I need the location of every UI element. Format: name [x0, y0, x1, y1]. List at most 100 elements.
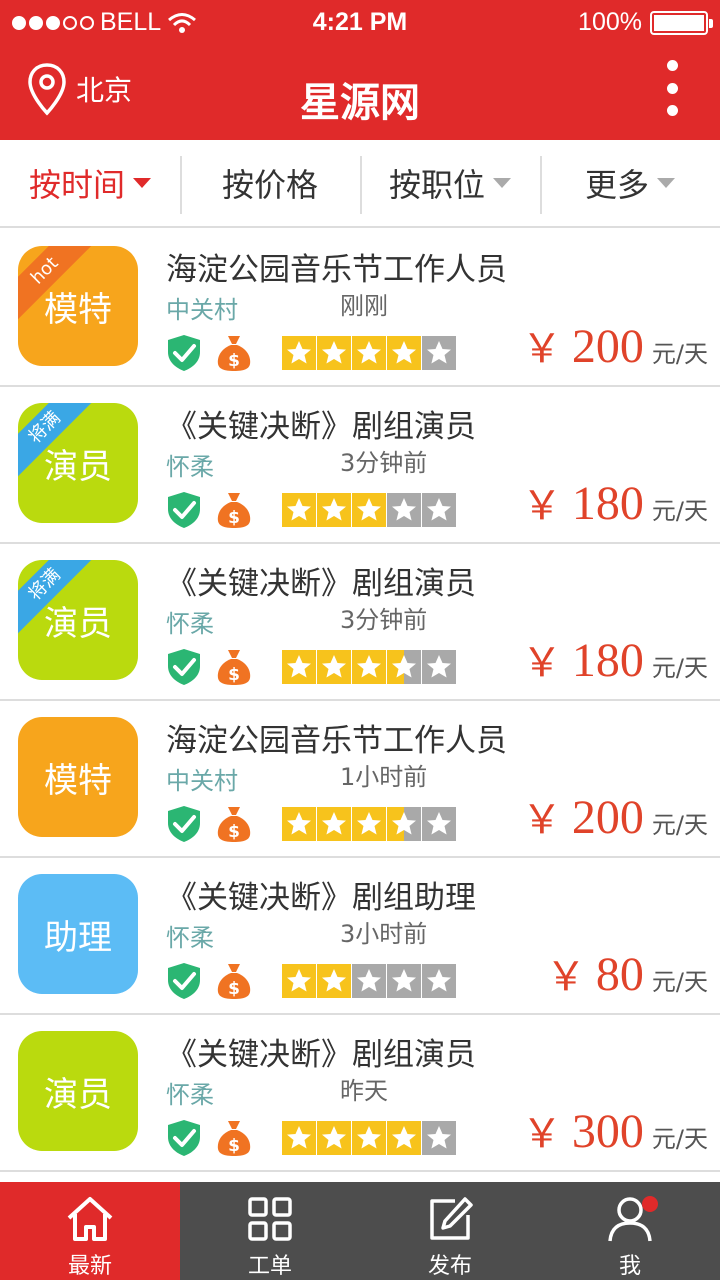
star-icon — [352, 493, 386, 527]
price-unit: 元/天 — [651, 340, 708, 368]
star-icon — [422, 336, 456, 370]
job-title: 《关键决断》剧组演员 — [166, 566, 476, 602]
star-icon — [387, 1121, 421, 1155]
rating-stars — [282, 336, 456, 370]
tab-latest[interactable]: 最新 — [0, 1182, 180, 1280]
edit-icon — [430, 1197, 473, 1240]
job-price: ￥ 180 元/天 — [522, 473, 708, 531]
badge-label: 演员 — [44, 446, 112, 487]
battery-icon — [650, 10, 713, 35]
price-amount: 80 — [595, 948, 644, 1001]
svg-text:$: $ — [228, 1136, 240, 1156]
verified-shield-icon — [168, 806, 200, 842]
price-amount: 300 — [571, 1105, 644, 1158]
caret-down-icon — [657, 178, 675, 188]
job-category-badge: 演员 将满 — [18, 403, 138, 523]
currency-symbol: ￥ — [545, 954, 586, 1000]
price-amount: 200 — [571, 791, 644, 844]
star-icon — [282, 493, 316, 527]
job-price: ￥ 200 元/天 — [522, 787, 708, 845]
svg-text:$: $ — [228, 822, 240, 842]
filter-price[interactable]: 按价格 — [180, 140, 360, 226]
star-icon — [352, 650, 386, 684]
grid-icon — [248, 1197, 292, 1241]
svg-text:$: $ — [228, 508, 240, 528]
job-list-item[interactable]: 演员 将满 《关键决断》剧组演员 怀柔 3分钟前 $ ￥ 180 元/天 — [0, 544, 720, 701]
home-icon — [67, 1197, 113, 1241]
tab-publish[interactable]: 发布 — [360, 1182, 540, 1280]
verified-shield-icon — [168, 492, 200, 528]
verified-shield-icon — [168, 335, 200, 371]
job-list-item[interactable]: 演员 将满 《关键决断》剧组演员 怀柔 3分钟前 $ ￥ 180 元/天 — [0, 387, 720, 544]
price-unit: 元/天 — [651, 654, 708, 682]
job-category-badge: 助理 — [18, 874, 138, 994]
status-bar: BELL 4:21 PM 100% — [0, 0, 720, 46]
caret-down-icon — [133, 178, 151, 188]
job-list-item[interactable]: 演员 《关键决断》剧组演员 怀柔 昨天 $ ￥ 300 元/天 — [0, 1015, 720, 1172]
currency-symbol: ￥ — [521, 326, 562, 372]
job-price: ￥ 80 元/天 — [546, 944, 708, 1002]
filter-label: 按职位 — [388, 166, 485, 204]
job-list-item[interactable]: 模特 hot 海淀公园音乐节工作人员 中关村 刚刚 $ ￥ 200 元/天 — [0, 230, 720, 387]
job-location: 怀柔 — [166, 453, 214, 481]
battery-info: 100% — [578, 8, 713, 37]
job-title: 《关键决断》剧组助理 — [166, 880, 476, 916]
star-icon — [352, 336, 386, 370]
job-category-badge: 演员 将满 — [18, 560, 138, 680]
filter-position[interactable]: 按职位 — [360, 140, 540, 226]
rating-stars — [282, 1121, 456, 1155]
rating-stars — [282, 807, 456, 841]
currency-symbol: ￥ — [521, 640, 562, 686]
star-icon — [317, 807, 351, 841]
job-icons: $ — [166, 491, 456, 529]
price-amount: 180 — [571, 634, 644, 687]
job-icons: $ — [166, 962, 456, 1000]
rating-stars — [282, 493, 456, 527]
svg-text:$: $ — [228, 979, 240, 999]
star-icon — [387, 493, 421, 527]
job-location: 怀柔 — [166, 1081, 214, 1109]
job-time: 昨天 — [340, 1077, 388, 1105]
currency-symbol: ￥ — [521, 1111, 562, 1157]
money-bag-icon: $ — [217, 807, 251, 842]
job-icons: $ — [166, 334, 456, 372]
job-time: 刚刚 — [340, 292, 388, 320]
caret-down-icon — [493, 178, 511, 188]
verified-shield-icon — [168, 1120, 200, 1156]
tab-label: 工单 — [247, 1254, 292, 1279]
filter-more[interactable]: 更多 — [540, 140, 720, 226]
star-icon — [352, 1121, 386, 1155]
app-header: BELL 4:21 PM 100% 北京 星源网 — [0, 0, 720, 140]
job-location: 怀柔 — [166, 924, 214, 952]
job-time: 3分钟前 — [340, 606, 428, 634]
star-icon — [317, 493, 351, 527]
tab-workorders[interactable]: 工单 — [180, 1182, 360, 1280]
badge-label: 演员 — [44, 603, 112, 644]
job-icons: $ — [166, 805, 456, 843]
price-amount: 180 — [571, 477, 644, 530]
job-time: 3分钟前 — [340, 449, 428, 477]
price-unit: 元/天 — [651, 811, 708, 839]
job-list-item[interactable]: 模特 海淀公园音乐节工作人员 中关村 1小时前 $ ￥ 200 元/天 — [0, 701, 720, 858]
tab-label: 我 — [618, 1254, 641, 1279]
svg-text:$: $ — [228, 351, 240, 371]
filter-label: 按时间 — [28, 166, 125, 204]
money-bag-icon: $ — [217, 336, 251, 371]
job-icons: $ — [166, 648, 456, 686]
currency-symbol: ￥ — [521, 483, 562, 529]
job-list-item[interactable]: 助理 《关键决断》剧组助理 怀柔 3小时前 $ ￥ 80 元/天 — [0, 858, 720, 1015]
money-bag-icon: $ — [217, 493, 251, 528]
job-title: 《关键决断》剧组演员 — [166, 1037, 476, 1073]
price-amount: 200 — [571, 320, 644, 373]
star-icon — [352, 807, 386, 841]
svg-text:$: $ — [228, 665, 240, 685]
job-location: 中关村 — [166, 767, 238, 795]
star-icon — [422, 650, 456, 684]
notification-dot — [642, 1196, 658, 1212]
job-price: ￥ 180 元/天 — [522, 630, 708, 688]
filter-time[interactable]: 按时间 — [0, 140, 180, 226]
tab-me[interactable]: 我 — [540, 1182, 720, 1280]
more-menu-button[interactable] — [660, 60, 684, 116]
job-category-badge: 模特 — [18, 717, 138, 837]
star-icon — [422, 1121, 456, 1155]
